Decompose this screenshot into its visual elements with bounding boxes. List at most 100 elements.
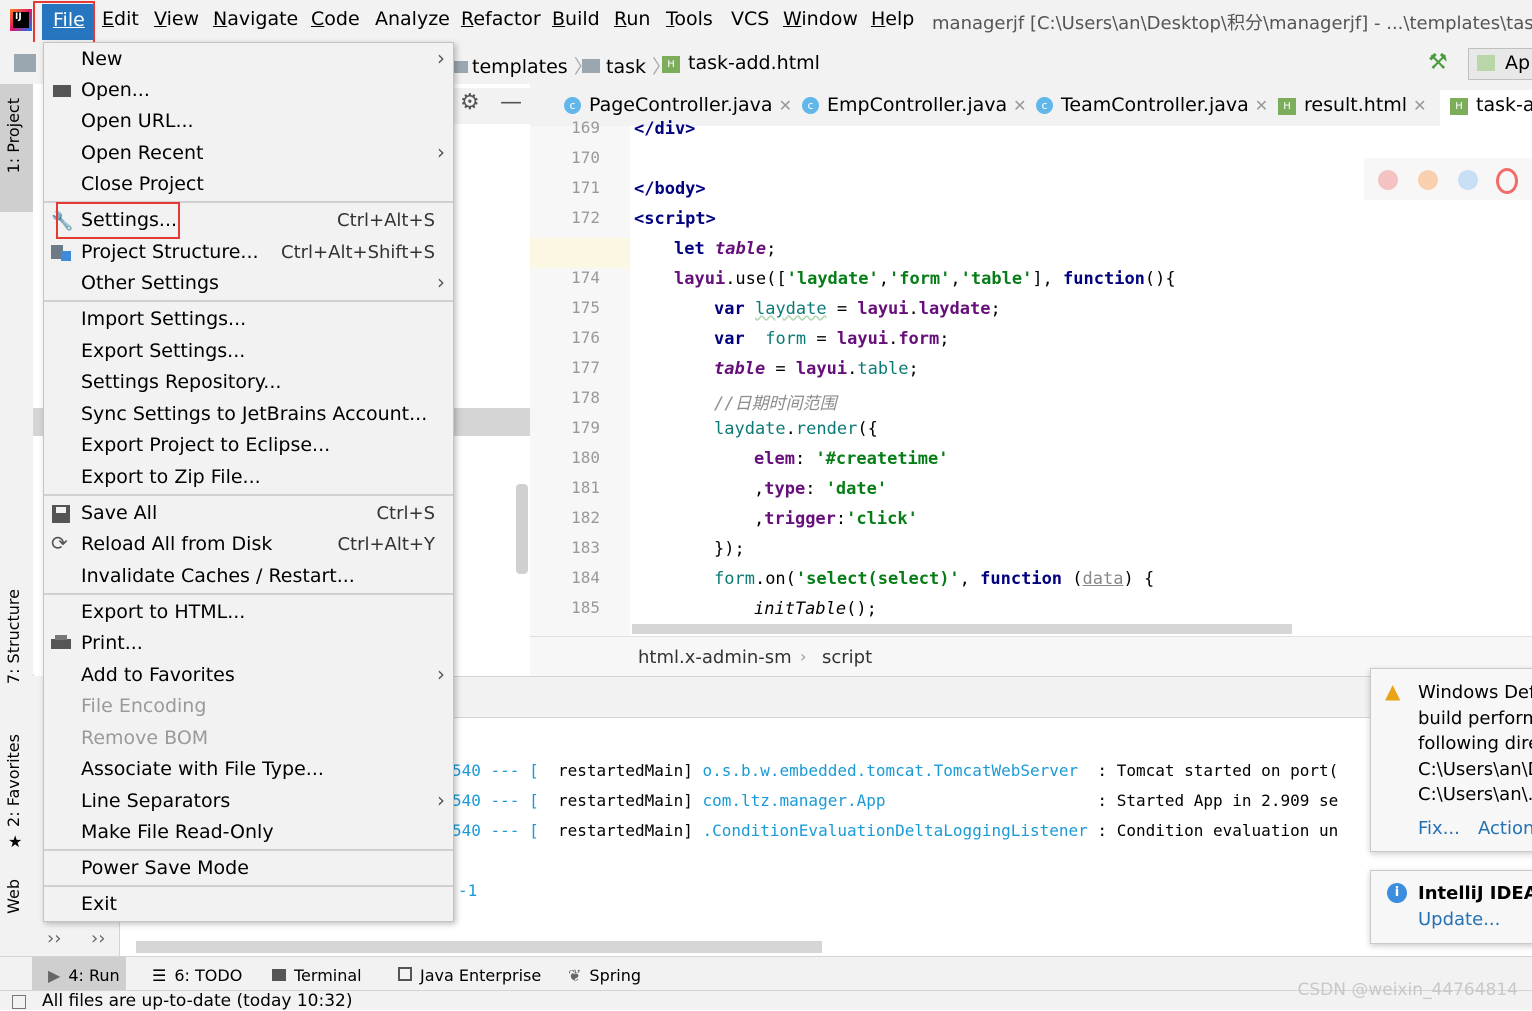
menu-item-new[interactable]: New › (44, 44, 453, 75)
folder-icon (582, 59, 600, 73)
expand-icon[interactable]: ›› (91, 928, 105, 949)
menu-help[interactable]: Help (871, 8, 914, 30)
menu-item-project-structure[interactable]: Project Structure... Ctrl+Alt+Shift+S (44, 237, 453, 268)
menu-item-import-settings[interactable]: Import Settings... (44, 304, 453, 335)
menu-window[interactable]: Window (783, 8, 858, 30)
menu-item-open-url[interactable]: Open URL... (44, 106, 453, 137)
web-tool-tab[interactable]: Web (0, 879, 33, 939)
menu-refactor[interactable]: Refactor (461, 8, 541, 30)
menu-code[interactable]: Code (311, 8, 360, 30)
menu-item-sync-settings[interactable]: Sync Settings to JetBrains Account... (44, 399, 453, 430)
menu-separator (44, 494, 453, 496)
tab-result-html[interactable]: Hresult.html ✕ (1278, 94, 1426, 116)
run-config-selector[interactable]: Ap (1468, 48, 1532, 80)
opera-icon[interactable] (1496, 168, 1518, 194)
menu-item-export-html[interactable]: Export to HTML... (44, 597, 453, 628)
windows-defender-notification: ▲ Windows Def build perform following di… (1370, 668, 1532, 852)
fix-link[interactable]: Fix... (1418, 818, 1460, 839)
menu-item-open[interactable]: Open... (44, 75, 453, 106)
menu-item-power-save-mode[interactable]: Power Save Mode (44, 853, 453, 884)
breadcrumb-task[interactable]: task 〉 (582, 52, 671, 79)
menu-item-label: Reload All from Disk (81, 533, 273, 555)
project-tool-tab[interactable]: 1: Project (0, 84, 33, 212)
menu-item-export-settings[interactable]: Export Settings... (44, 336, 453, 367)
menu-item-exit[interactable]: Exit (44, 889, 453, 920)
breadcrumb-task-add-html[interactable]: Htask-add.html (662, 52, 820, 74)
menu-navigate[interactable]: Navigate (213, 8, 298, 30)
menu-item-other-settings[interactable]: Other Settings › (44, 268, 453, 299)
code-line: table = layui.table; (714, 359, 919, 379)
menu-run[interactable]: Run (614, 8, 650, 30)
expand-icon[interactable]: ›› (47, 928, 61, 949)
chevron-right-icon: › (800, 647, 807, 666)
close-icon[interactable]: ✕ (779, 96, 792, 115)
gear-icon[interactable]: ⚙ (460, 90, 480, 115)
menu-analyze[interactable]: Analyze (375, 8, 450, 30)
code-line: var laydate = layui.laydate; (714, 299, 1001, 319)
menu-item-invalidate-caches[interactable]: Invalidate Caches / Restart... (44, 561, 453, 592)
line-number: 184 (571, 568, 600, 587)
project-structure-icon (51, 243, 71, 263)
firefox-icon[interactable] (1418, 170, 1438, 190)
chevron-right-icon: › (437, 140, 445, 164)
safari-icon[interactable] (1458, 170, 1478, 190)
code-editor[interactable]: </div> </body> <script> let table; layui.use… (630, 119, 1532, 636)
structure-tool-tab[interactable]: 7: Structure (0, 589, 33, 709)
html-file-icon: H (662, 56, 680, 73)
chevron-right-icon: › (437, 788, 445, 812)
run-tool-tab[interactable]: ▶ 4: Run (48, 966, 120, 985)
favorites-tool-tab[interactable]: 2: Favorites ★ (0, 734, 33, 854)
minimize-icon[interactable]: — (500, 90, 522, 115)
tab-page-controller[interactable]: c PageController.java ✕ (564, 94, 792, 116)
close-icon[interactable]: ✕ (1013, 96, 1026, 115)
breadcrumb-templates[interactable]: templates 〉 (454, 52, 593, 79)
menu-item-export-eclipse[interactable]: Export Project to Eclipse... (44, 430, 453, 461)
spring-tool-tab[interactable]: ❦ Spring (568, 966, 641, 985)
menu-item-label: Power Save Mode (81, 857, 249, 879)
menu-item-open-recent[interactable]: Open Recent › (44, 138, 453, 169)
menu-item-make-read-only[interactable]: Make File Read-Only (44, 817, 453, 848)
menu-build[interactable]: Build (552, 8, 600, 30)
menu-item-print[interactable]: Print... (44, 628, 453, 659)
menu-item-save-all[interactable]: Save All Ctrl+S (44, 498, 453, 529)
menu-item-line-separators[interactable]: Line Separators › (44, 786, 453, 817)
tab-emp-controller[interactable]: c EmpController.java ✕ (802, 94, 1027, 116)
menu-item-close-project[interactable]: Close Project (44, 169, 453, 200)
menu-vcs[interactable]: VCS (731, 8, 769, 30)
console-horizontal-scrollbar[interactable] (136, 941, 822, 953)
menu-item-reload-from-disk[interactable]: ⟳ Reload All from Disk Ctrl+Alt+Y (44, 529, 453, 560)
update-link[interactable]: Update... (1418, 909, 1500, 930)
actions-link[interactable]: Action (1478, 818, 1532, 839)
code-line: ,type: 'date' (754, 479, 888, 499)
hammer-build-icon[interactable]: ⚒ (1428, 50, 1448, 75)
menu-item-settings-repository[interactable]: Settings Repository... (44, 367, 453, 398)
chrome-icon[interactable] (1378, 170, 1398, 190)
editor-horizontal-scrollbar[interactable] (632, 624, 1292, 634)
status-toggle-icon[interactable] (12, 995, 26, 1009)
menu-item-export-zip[interactable]: Export to Zip File... (44, 462, 453, 493)
close-icon[interactable]: ✕ (1255, 96, 1268, 115)
close-icon[interactable]: ✕ (1413, 96, 1426, 115)
line-number: 171 (571, 178, 600, 197)
menu-item-add-to-favorites[interactable]: Add to Favorites › (44, 660, 453, 691)
menu-item-associate-file-type[interactable]: Associate with File Type... (44, 754, 453, 785)
tab-team-controller[interactable]: c TeamController.java ✕ (1036, 94, 1268, 116)
c-class-icon: c (564, 97, 581, 114)
log-line: 540 --- [ restartedMain] o.s.b.w.embedde… (452, 761, 1339, 780)
menu-separator (44, 849, 453, 851)
printer-icon (51, 634, 71, 654)
breadcrumb-script-element[interactable]: script (822, 647, 872, 668)
menu-edit[interactable]: Edit (102, 8, 139, 30)
menu-item-label: Open URL... (81, 110, 194, 132)
menu-tools[interactable]: Tools (666, 8, 713, 30)
line-number-gutter: 1691701711721731741751761771781791801811… (530, 118, 630, 636)
project-scrollbar[interactable] (516, 484, 528, 574)
breadcrumb-html-element[interactable]: html.x-admin-sm (638, 647, 792, 668)
terminal-tool-tab[interactable]: Terminal (272, 966, 362, 985)
menu-view[interactable]: View (154, 8, 199, 30)
java-enterprise-tool-tab[interactable]: Java Enterprise (398, 966, 541, 985)
html-icon: H (1278, 98, 1296, 115)
tab-task-add-html[interactable]: Htask-ad (1440, 90, 1532, 126)
status-message: All files are up-to-date (today 10:32) (42, 991, 353, 1011)
todo-tool-tab[interactable]: ☰ 6: TODO (152, 966, 242, 985)
